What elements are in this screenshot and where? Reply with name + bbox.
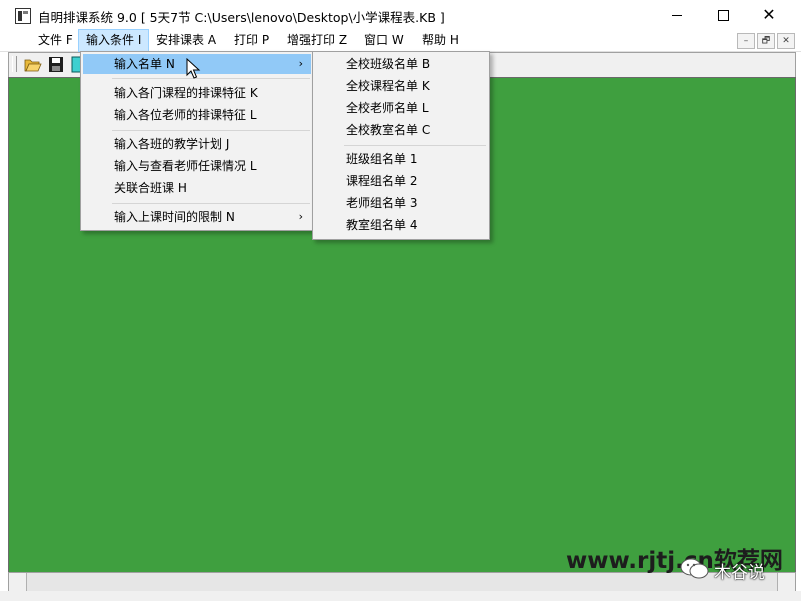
menu-item-school-classrooms[interactable]: 全校教室名单 C xyxy=(315,120,487,140)
menu-item-label: 输入上课时间的限制 N xyxy=(114,210,235,224)
menu-item-teacher-groups[interactable]: 老师组名单 3 xyxy=(315,193,487,213)
maximize-icon xyxy=(717,9,729,21)
menu-item-course-groups[interactable]: 课程组名单 2 xyxy=(315,171,487,191)
menu-bar: 文件 F 输入条件 I 安排课表 A 打印 P 增强打印 Z 窗口 W 帮助 H xyxy=(0,29,801,52)
menu-item-school-courses[interactable]: 全校课程名单 K xyxy=(315,76,487,96)
save-icon[interactable] xyxy=(47,56,65,73)
menu-item-classroom-groups[interactable]: 教室组名单 4 xyxy=(315,215,487,235)
menu-file[interactable]: 文件 F xyxy=(31,30,80,51)
status-bar xyxy=(0,591,801,601)
menu-item-teacher-features[interactable]: 输入各位老师的排课特征 L xyxy=(83,105,311,125)
menu-item-class-groups[interactable]: 班级组名单 1 xyxy=(315,149,487,169)
open-folder-icon[interactable] xyxy=(24,56,42,73)
close-button[interactable]: ✕ xyxy=(746,0,792,30)
toolbar-grip[interactable] xyxy=(12,56,17,72)
menu-separator xyxy=(112,130,310,131)
menu-item-course-features[interactable]: 输入各门课程的排课特征 K xyxy=(83,83,311,103)
menu-window[interactable]: 窗口 W xyxy=(357,30,411,51)
submenu-arrow-icon: › xyxy=(298,57,303,70)
submenu-arrow-icon: › xyxy=(298,210,303,223)
app-icon[interactable] xyxy=(15,8,31,24)
scroll-left-button[interactable] xyxy=(9,573,27,591)
mdi-minimize-button[interactable]: – xyxy=(737,33,755,49)
menu-item-school-teachers[interactable]: 全校老师名单 L xyxy=(315,98,487,118)
menu-separator xyxy=(112,203,310,204)
menu-item-time-limits[interactable]: 输入上课时间的限制 N › xyxy=(83,207,311,227)
menu-item-label: 输入名单 N xyxy=(114,57,175,71)
mouse-cursor-icon xyxy=(186,58,201,79)
scroll-right-button[interactable] xyxy=(777,573,795,591)
menu-separator xyxy=(112,78,310,79)
menu-help[interactable]: 帮助 H xyxy=(415,30,466,51)
horizontal-scrollbar[interactable] xyxy=(8,572,796,592)
mdi-window-controls: – 🗗 ✕ xyxy=(737,33,795,49)
minimize-button[interactable] xyxy=(654,0,700,30)
close-icon: ✕ xyxy=(762,5,776,24)
window-title: 自明排课系统 9.0 [ 5天7节 C:\Users\lenovo\Deskto… xyxy=(38,10,445,25)
wechat-icon xyxy=(680,558,709,579)
menu-item-teacher-assignments[interactable]: 输入与查看老师任课情况 L xyxy=(83,156,311,176)
minimize-icon xyxy=(672,14,682,16)
menu-item-combined-classes[interactable]: 关联合班课 H xyxy=(83,178,311,198)
title-bar: 自明排课系统 9.0 [ 5天7节 C:\Users\lenovo\Deskto… xyxy=(0,0,801,30)
menu-schedule[interactable]: 安排课表 A xyxy=(149,30,223,51)
mdi-close-button[interactable]: ✕ xyxy=(777,33,795,49)
maximize-button[interactable] xyxy=(700,0,746,30)
menu-print[interactable]: 打印 P xyxy=(227,30,276,51)
mdi-restore-button[interactable]: 🗗 xyxy=(757,33,775,49)
menu-input-conditions[interactable]: 输入条件 I xyxy=(77,29,150,52)
watermark-account: 木谷说 xyxy=(714,563,765,583)
menu-item-teaching-plan[interactable]: 输入各班的教学计划 J xyxy=(83,134,311,154)
input-names-submenu: 全校班级名单 B 全校课程名单 K 全校老师名单 L 全校教室名单 C 班级组名… xyxy=(312,51,490,240)
menu-separator xyxy=(344,145,486,146)
menu-enhanced-print[interactable]: 增强打印 Z xyxy=(280,30,354,51)
menu-item-school-classes[interactable]: 全校班级名单 B xyxy=(315,54,487,74)
